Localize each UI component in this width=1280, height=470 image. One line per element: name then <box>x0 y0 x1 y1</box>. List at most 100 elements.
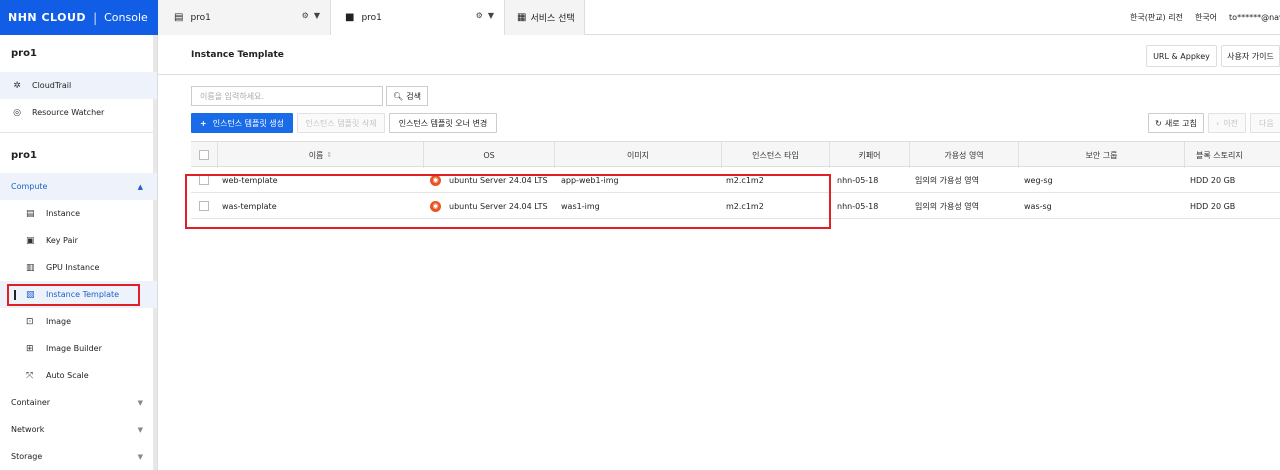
gpu-icon: ▥ <box>26 262 35 273</box>
org-tab[interactable]: ▤ pro1 ⚙ ▼ <box>158 0 331 35</box>
service-select-tab[interactable]: ▦ 서비스 선택 <box>505 0 585 35</box>
project-title: pro1 <box>11 150 37 161</box>
col-zone: 가용성 영역 <box>909 142 1018 168</box>
sidebar-item-auto-scale[interactable]: ⤧ Auto Scale <box>0 362 157 389</box>
row-checkbox[interactable] <box>199 201 209 211</box>
cell-zone: 임의의 가용성 영역 <box>915 201 979 211</box>
sidebar-item-gpu-instance[interactable]: ▥ GPU Instance <box>0 254 157 281</box>
col-keypair: 키페어 <box>829 142 909 168</box>
refresh-icon: ↻ <box>1155 118 1162 128</box>
page-header: Instance Template URL & Appkey 사용자 가이드 <box>158 35 1280 75</box>
sidebar-category-compute[interactable]: Compute ▲ <box>0 173 157 200</box>
instance-icon: ▤ <box>26 208 35 219</box>
next-page-button[interactable]: 다음 <box>1250 113 1280 133</box>
cell-keypair: nhn-05-18 <box>837 201 879 211</box>
gear-icon[interactable]: ⚙ <box>302 11 309 20</box>
ubuntu-icon: ◉ <box>430 174 441 186</box>
sidebar-category-storage[interactable]: Storage ▼ <box>0 443 157 470</box>
cell-os: ◉ ubuntu Server 24.04 LTS <box>430 167 548 193</box>
cloudtrail-icon: ✲ <box>13 80 21 91</box>
ubuntu-icon: ◉ <box>430 200 441 212</box>
grid-icon: ▦ <box>517 12 527 23</box>
chevron-left-icon: ‹ <box>1216 118 1220 128</box>
sort-icon[interactable]: ⇕ <box>326 151 332 159</box>
col-block-storage: 블록 스토리지 <box>1184 142 1280 168</box>
project-tab[interactable]: ■ pro1 ⚙ ▼ <box>331 0 505 35</box>
table-row[interactable]: was-template ◉ ubuntu Server 24.04 LTS wa… <box>191 193 1280 219</box>
caret-down-icon[interactable]: ▼ <box>314 11 320 20</box>
org-title: pro1 <box>11 48 37 59</box>
prev-page-button[interactable]: ‹ 이전 <box>1208 113 1246 133</box>
document-icon: ▤ <box>174 12 184 23</box>
service-select-label: 서비스 선택 <box>530 14 575 24</box>
table-row[interactable]: web-template ◉ ubuntu Server 24.04 LTS ap… <box>191 167 1280 193</box>
template-table: 이름 ⇕ OS 이미지 인스턴스 타입 키페어 가용성 영역 보안 그룹 블록 스… <box>191 141 1280 219</box>
cell-zone: 임의의 가용성 영역 <box>915 175 979 185</box>
top-bar: NHN CLOUD | Console ▤ pro1 ⚙ ▼ ■ pro1 ⚙ ▼ … <box>0 0 1280 35</box>
selection-highlight-box <box>7 284 140 306</box>
brand-console-text: Console <box>104 11 148 24</box>
cell-keypair: nhn-05-18 <box>837 175 879 185</box>
image-builder-icon: ⊞ <box>26 343 34 354</box>
sidebar-item-instance-template[interactable]: ▧ Instance Template <box>0 281 157 308</box>
chevron-up-icon: ▲ <box>137 182 143 191</box>
chevron-down-icon: ▼ <box>137 425 143 434</box>
select-all-checkbox[interactable] <box>199 150 209 160</box>
sidebar-item-image-builder[interactable]: ⊞ Image Builder <box>0 335 157 362</box>
change-owner-button[interactable]: 인스턴스 템플릿 오너 변경 <box>389 113 497 133</box>
search-input[interactable] <box>191 86 383 106</box>
image-icon: ⊡ <box>26 316 34 327</box>
language-select[interactable]: 한국어 <box>1195 12 1217 23</box>
sidebar-item-key-pair[interactable]: ▣ Key Pair <box>0 227 157 254</box>
brand-logo[interactable]: NHN CLOUD | Console <box>0 0 158 35</box>
cell-instance-type: m2.c1m2 <box>726 201 764 211</box>
cell-name: web-template <box>222 175 278 185</box>
cell-image: was1-img <box>561 201 600 211</box>
search-icon: 🔍︎ <box>393 91 404 101</box>
col-os: OS <box>423 142 554 168</box>
plus-icon: + <box>199 118 207 128</box>
col-name[interactable]: 이름 ⇕ <box>217 142 423 168</box>
folder-icon: ■ <box>345 12 355 23</box>
refresh-button[interactable]: ↻ 새로 고침 <box>1148 113 1204 133</box>
user-guide-button[interactable]: 사용자 가이드 <box>1221 45 1280 67</box>
delete-template-button[interactable]: 인스턴스 템플릿 삭제 <box>297 113 385 133</box>
cell-security-group: was-sg <box>1024 201 1052 211</box>
caret-down-icon[interactable]: ▼ <box>488 11 494 20</box>
cell-block-storage: HDD 20 GB <box>1190 175 1236 185</box>
page-title: Instance Template <box>191 50 284 60</box>
main-content: Instance Template URL & Appkey 사용자 가이드 🔍… <box>158 35 1280 470</box>
cell-instance-type: m2.c1m2 <box>726 175 764 185</box>
resource-watcher-icon: ◎ <box>13 107 21 118</box>
cell-security-group: weg-sg <box>1024 175 1053 185</box>
url-appkey-button[interactable]: URL & Appkey <box>1146 45 1217 67</box>
chevron-down-icon: ▼ <box>137 452 143 461</box>
row-checkbox[interactable] <box>199 175 209 185</box>
gear-icon[interactable]: ⚙ <box>476 11 483 20</box>
region-select[interactable]: 한국(판교) 리전 <box>1130 12 1183 23</box>
search-button[interactable]: 🔍︎ 검색 <box>386 86 428 106</box>
cell-block-storage: HDD 20 GB <box>1190 201 1236 211</box>
sidebar-item-instance[interactable]: ▤ Instance <box>0 200 157 227</box>
sidebar-item-image[interactable]: ⊡ Image <box>0 308 157 335</box>
sidebar-item-cloudtrail[interactable]: ✲ CloudTrail <box>0 72 157 99</box>
col-security-group: 보안 그룹 <box>1018 142 1184 168</box>
key-pair-icon: ▣ <box>26 235 35 246</box>
sidebar-category-network[interactable]: Network ▼ <box>0 416 157 443</box>
project-tab-label: pro1 <box>361 12 382 23</box>
user-account[interactable]: to******@naver <box>1229 13 1280 22</box>
org-tab-label: pro1 <box>190 12 211 23</box>
chevron-down-icon: ▼ <box>137 398 143 407</box>
cell-image: app-web1-img <box>561 175 619 185</box>
cell-os: ◉ ubuntu Server 24.04 LTS <box>430 193 548 219</box>
col-image: 이미지 <box>554 142 721 168</box>
sidebar: pro1 ✲ CloudTrail ◎ Resource Watcher pro… <box>0 35 158 470</box>
sidebar-category-container[interactable]: Container ▼ <box>0 389 157 416</box>
table-header: 이름 ⇕ OS 이미지 인스턴스 타입 키페어 가용성 영역 보안 그룹 블록 스… <box>191 141 1280 168</box>
brand-logo-text: NHN CLOUD <box>8 11 87 24</box>
auto-scale-icon: ⤧ <box>26 370 34 381</box>
create-template-button[interactable]: + 인스턴스 템플릿 생성 <box>191 113 293 133</box>
sidebar-item-resource-watcher[interactable]: ◎ Resource Watcher <box>0 99 157 126</box>
col-instance-type: 인스턴스 타입 <box>721 142 829 168</box>
cell-name: was-template <box>222 201 277 211</box>
